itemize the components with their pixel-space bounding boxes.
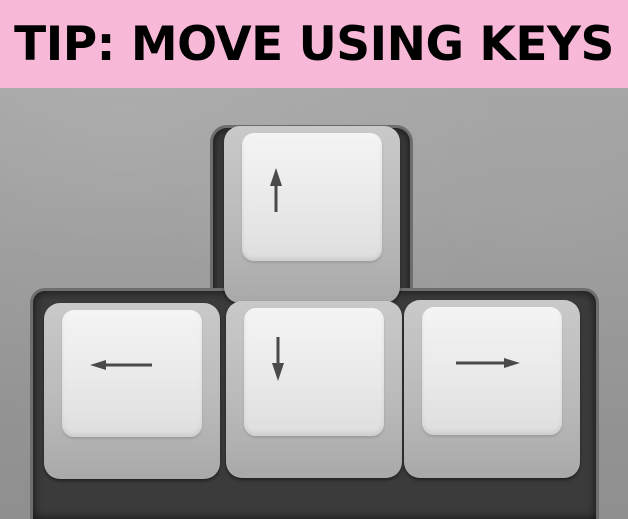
arrow-up-icon — [270, 168, 282, 212]
up-arrow-key[interactable] — [224, 126, 400, 303]
tip-banner: TIP: MOVE USING KEYS — [0, 0, 628, 88]
arrow-down-icon — [272, 337, 284, 381]
arrow-left-icon — [90, 360, 152, 370]
keyboard-photo — [0, 88, 628, 519]
down-arrow-key[interactable] — [226, 301, 402, 478]
tip-title: TIP: MOVE USING KEYS — [14, 16, 614, 72]
right-arrow-key[interactable] — [404, 300, 580, 478]
arrow-right-icon — [456, 358, 520, 368]
left-arrow-key[interactable] — [44, 303, 220, 479]
